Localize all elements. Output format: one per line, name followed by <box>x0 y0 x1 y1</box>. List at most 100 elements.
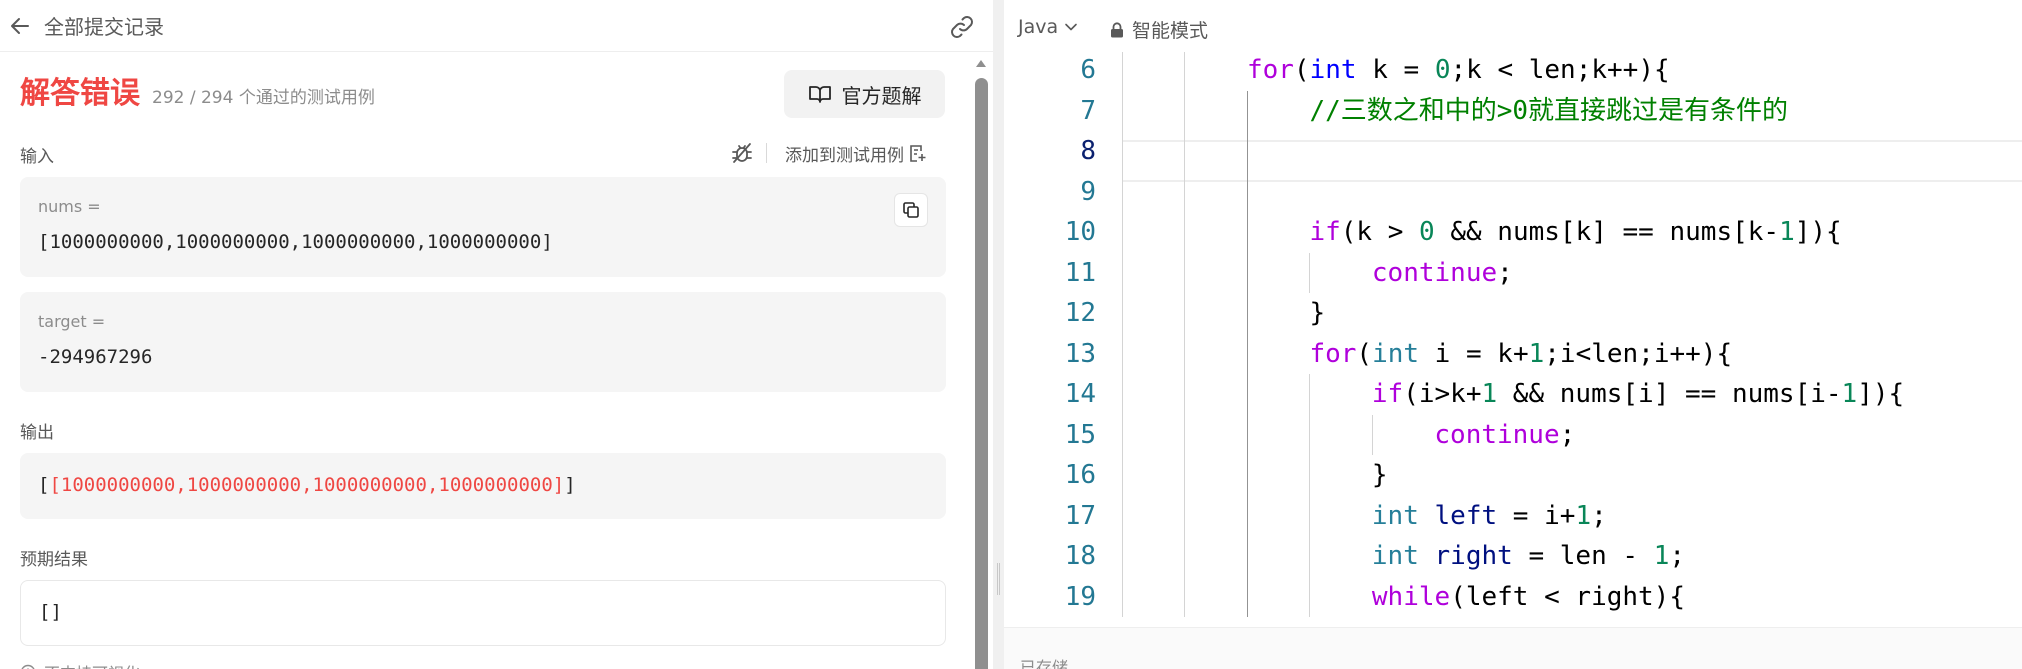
input-target-box: target = -294967296 <box>20 292 946 392</box>
code-token: 1 <box>1841 379 1858 409</box>
output-value[interactable]: [[1000000000,1000000000,1000000000,10000… <box>38 474 576 496</box>
code-line[interactable]: 10 if(k > 0 && nums[k] == nums[k-1]){ <box>1004 212 2022 252</box>
code-text[interactable]: continue; <box>1372 253 1513 293</box>
code-line[interactable]: 15 continue; <box>1004 415 2022 455</box>
saved-status: 已存储 <box>1020 658 1069 669</box>
code-text[interactable]: int left = i+1; <box>1372 496 1607 536</box>
code-token: continue <box>1434 419 1560 450</box>
input-tools: 添加到测试用例 <box>730 140 926 166</box>
code-token: if <box>1371 379 1404 409</box>
line-number: 13 <box>1064 338 1096 369</box>
chevron-down-icon <box>1065 23 1077 31</box>
code-editor[interactable]: 6 for(int k = 0;k < len;k++){7//三数之和中的>0就… <box>1004 52 2022 627</box>
code-token: 1 <box>1575 500 1592 531</box>
scrollbar-thumb[interactable] <box>975 78 988 669</box>
input-value-target[interactable]: -294967296 <box>38 346 152 368</box>
official-solution-button[interactable]: 官方题解 <box>784 70 945 118</box>
code-line[interactable]: 7 //三数之和中的>0就直接跳过是有条件的 <box>1004 91 2022 131</box>
code-token: ; <box>1497 257 1513 288</box>
code-line[interactable]: 6 for(int k = 0;k < len;k++){ <box>1004 52 2022 90</box>
line-number: 6 <box>1080 55 1096 85</box>
code-text[interactable]: //三数之和中的>0就直接跳过是有条件的 <box>1309 91 1788 131</box>
copy-icon <box>903 202 919 218</box>
code-line[interactable]: 16} <box>1004 455 2022 495</box>
code-token: while <box>1371 581 1451 612</box>
code-text[interactable]: } <box>1309 293 1325 333</box>
line-number: 19 <box>1064 581 1096 612</box>
add-to-testcase-button[interactable]: 添加到测试用例 <box>785 141 904 166</box>
share-link-icon[interactable] <box>948 14 976 40</box>
code-token: ]){ <box>1857 379 1905 409</box>
language-select[interactable]: Java <box>1018 16 1078 38</box>
submission-detail-panel: 全部提交记录 解答错误 292 / 294 个通过的测试用例 官方题解 输入 添… <box>0 0 993 669</box>
expected-value[interactable]: [] <box>39 601 62 623</box>
code-token: int <box>1371 500 1419 531</box>
code-token: ]){ <box>1794 217 1842 247</box>
copy-button[interactable] <box>894 193 928 227</box>
code-line[interactable]: 19 while(left < right){ <box>1004 577 2022 617</box>
output-bracket-close: ] <box>564 474 576 496</box>
output-box: [[1000000000,1000000000,1000000000,10000… <box>20 453 946 519</box>
back-arrow-icon[interactable] <box>8 14 32 38</box>
visualization-note: 不支持可视化 <box>20 660 140 669</box>
code-text[interactable]: int right = len - 1; <box>1372 536 1685 576</box>
line-number: 14 <box>1064 379 1096 409</box>
code-text[interactable]: continue; <box>1434 415 1575 455</box>
code-text[interactable]: } <box>1372 455 1388 495</box>
code-line[interactable]: 13 for(int i = k+1;i<len;i++){ <box>1004 334 2022 374</box>
code-line[interactable]: 12} <box>1004 293 2022 333</box>
code-token: ;k < len;k++){ <box>1450 55 1670 85</box>
code-token: } <box>1309 298 1326 328</box>
smart-mode-toggle[interactable]: 智能模式 <box>1110 16 1208 43</box>
language-label: Java <box>1018 16 1059 38</box>
code-line[interactable]: 9 <box>1004 172 2022 212</box>
input-section-label: 输入 <box>20 147 54 167</box>
line-number: 9 <box>1080 176 1096 207</box>
code-line[interactable]: 17 int left = i+1; <box>1004 496 2022 536</box>
input-value-nums[interactable]: [1000000000,1000000000,1000000000,100000… <box>38 231 553 253</box>
panel-resize-handle[interactable] <box>993 0 1004 669</box>
output-inner-value: [1000000000,1000000000,1000000000,100000… <box>49 474 565 496</box>
scroll-up-arrow-icon[interactable] <box>975 58 987 68</box>
code-token: 1 <box>1779 217 1795 247</box>
code-token: 1 <box>1528 338 1545 369</box>
code-line[interactable]: 14 if(i>k+1 && nums[i] == nums[i-1]){ <box>1004 374 2022 414</box>
testcase-pass-count: 292 / 294 个通过的测试用例 <box>152 88 375 108</box>
code-text[interactable]: for(int i = k+1;i<len;i++){ <box>1309 334 1732 374</box>
line-number: 12 <box>1064 298 1096 328</box>
open-book-icon <box>808 86 831 103</box>
code-token: //三数之和中的>0就直接跳过是有条件的 <box>1309 95 1789 126</box>
add-testcase-icon[interactable] <box>908 143 926 163</box>
code-text[interactable]: if(i>k+1 && nums[i] == nums[i-1]){ <box>1372 374 1904 414</box>
editor-toolbar: Java 智能模式 <box>1004 0 2022 52</box>
expected-section-label: 预期结果 <box>20 550 88 570</box>
editor-status-bar <box>1004 627 2022 669</box>
code-token: for <box>1309 338 1357 369</box>
line-number: 8 <box>1080 136 1096 166</box>
debug-bug-icon[interactable] <box>730 141 754 165</box>
expected-box: [] <box>20 580 946 646</box>
code-token: 1 <box>1481 379 1498 409</box>
line-number: 18 <box>1064 541 1096 571</box>
code-token: for <box>1246 55 1294 85</box>
code-token: right <box>1434 541 1513 571</box>
code-text[interactable]: if(k > 0 && nums[k] == nums[k-1]){ <box>1309 212 1841 252</box>
code-token: ; <box>1591 500 1607 531</box>
code-token: (k > <box>1340 217 1420 247</box>
code-line[interactable]: 18 int right = len - 1; <box>1004 536 2022 576</box>
code-token: 0 <box>1434 55 1451 85</box>
code-token: ; <box>1559 419 1576 450</box>
code-token: int <box>1309 55 1357 85</box>
all-submissions-link[interactable]: 全部提交记录 <box>44 14 164 40</box>
code-token: if <box>1309 217 1341 247</box>
code-token: continue <box>1371 257 1498 288</box>
code-text[interactable]: for(int k = 0;k < len;k++){ <box>1247 52 1670 90</box>
output-section-label: 输出 <box>20 423 54 443</box>
code-token: && nums[i] == nums[i- <box>1497 379 1842 409</box>
resize-grip[interactable] <box>997 563 1000 595</box>
code-line[interactable]: 11 continue; <box>1004 253 2022 293</box>
code-token: left <box>1434 500 1498 531</box>
code-text[interactable]: while(left < right){ <box>1372 577 1685 617</box>
code-line[interactable]: 8 <box>1004 131 2022 171</box>
